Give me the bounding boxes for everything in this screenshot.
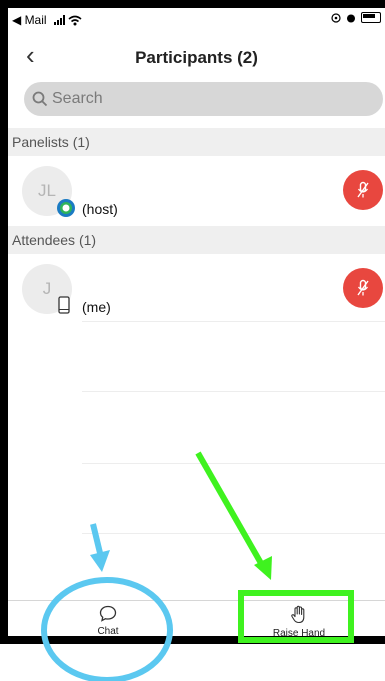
phone-screen: ◀ Mail ‹ Participants (2) Search Panelis… — [0, 0, 385, 644]
alarm-icon — [347, 14, 355, 22]
chat-bubble-icon — [99, 605, 117, 622]
nav-bar: ‹ Participants (2) — [8, 34, 385, 78]
avatar-initials: J — [42, 279, 52, 298]
search-icon — [32, 91, 48, 107]
bottom-toolbar: Chat Raise Hand — [8, 600, 385, 639]
raise-hand-button[interactable]: Raise Hand — [264, 605, 334, 639]
search-placeholder: Search — [52, 90, 103, 107]
orientation-lock-icon — [331, 12, 341, 23]
page-title: Participants (2) — [135, 48, 258, 67]
attendees-header: Attendees (1) — [8, 226, 385, 254]
list-divider — [82, 321, 385, 322]
raise-hand-icon — [291, 605, 305, 624]
participant-row-me[interactable]: J (me) — [8, 254, 385, 324]
list-divider — [82, 463, 385, 464]
avatar-initials: JL — [38, 181, 56, 200]
host-badge-icon — [57, 199, 75, 217]
chat-button[interactable]: Chat — [86, 605, 130, 637]
raise-hand-label: Raise Hand — [272, 628, 326, 639]
list-divider — [82, 533, 385, 534]
status-right — [331, 12, 381, 23]
mic-muted-icon — [357, 181, 369, 198]
participant-label: (host) — [82, 201, 118, 217]
mic-muted-icon — [357, 279, 369, 296]
mic-muted-button[interactable] — [343, 170, 383, 210]
panelists-header: Panelists (1) — [8, 128, 385, 156]
chat-label: Chat — [97, 626, 119, 637]
battery-icon — [361, 12, 381, 23]
participant-row-host[interactable]: JL (host) — [8, 156, 385, 226]
wifi-icon — [68, 15, 82, 25]
status-bar: ◀ Mail — [8, 8, 385, 34]
search-input[interactable]: Search — [24, 82, 383, 116]
mic-muted-button[interactable] — [343, 268, 383, 308]
status-left: ◀ Mail — [12, 13, 82, 27]
back-to-mail-link[interactable]: ◀ Mail — [12, 13, 47, 27]
participant-label: (me) — [82, 299, 111, 315]
phone-device-icon — [58, 296, 70, 314]
list-divider — [82, 391, 385, 392]
signal-icon — [53, 15, 65, 25]
